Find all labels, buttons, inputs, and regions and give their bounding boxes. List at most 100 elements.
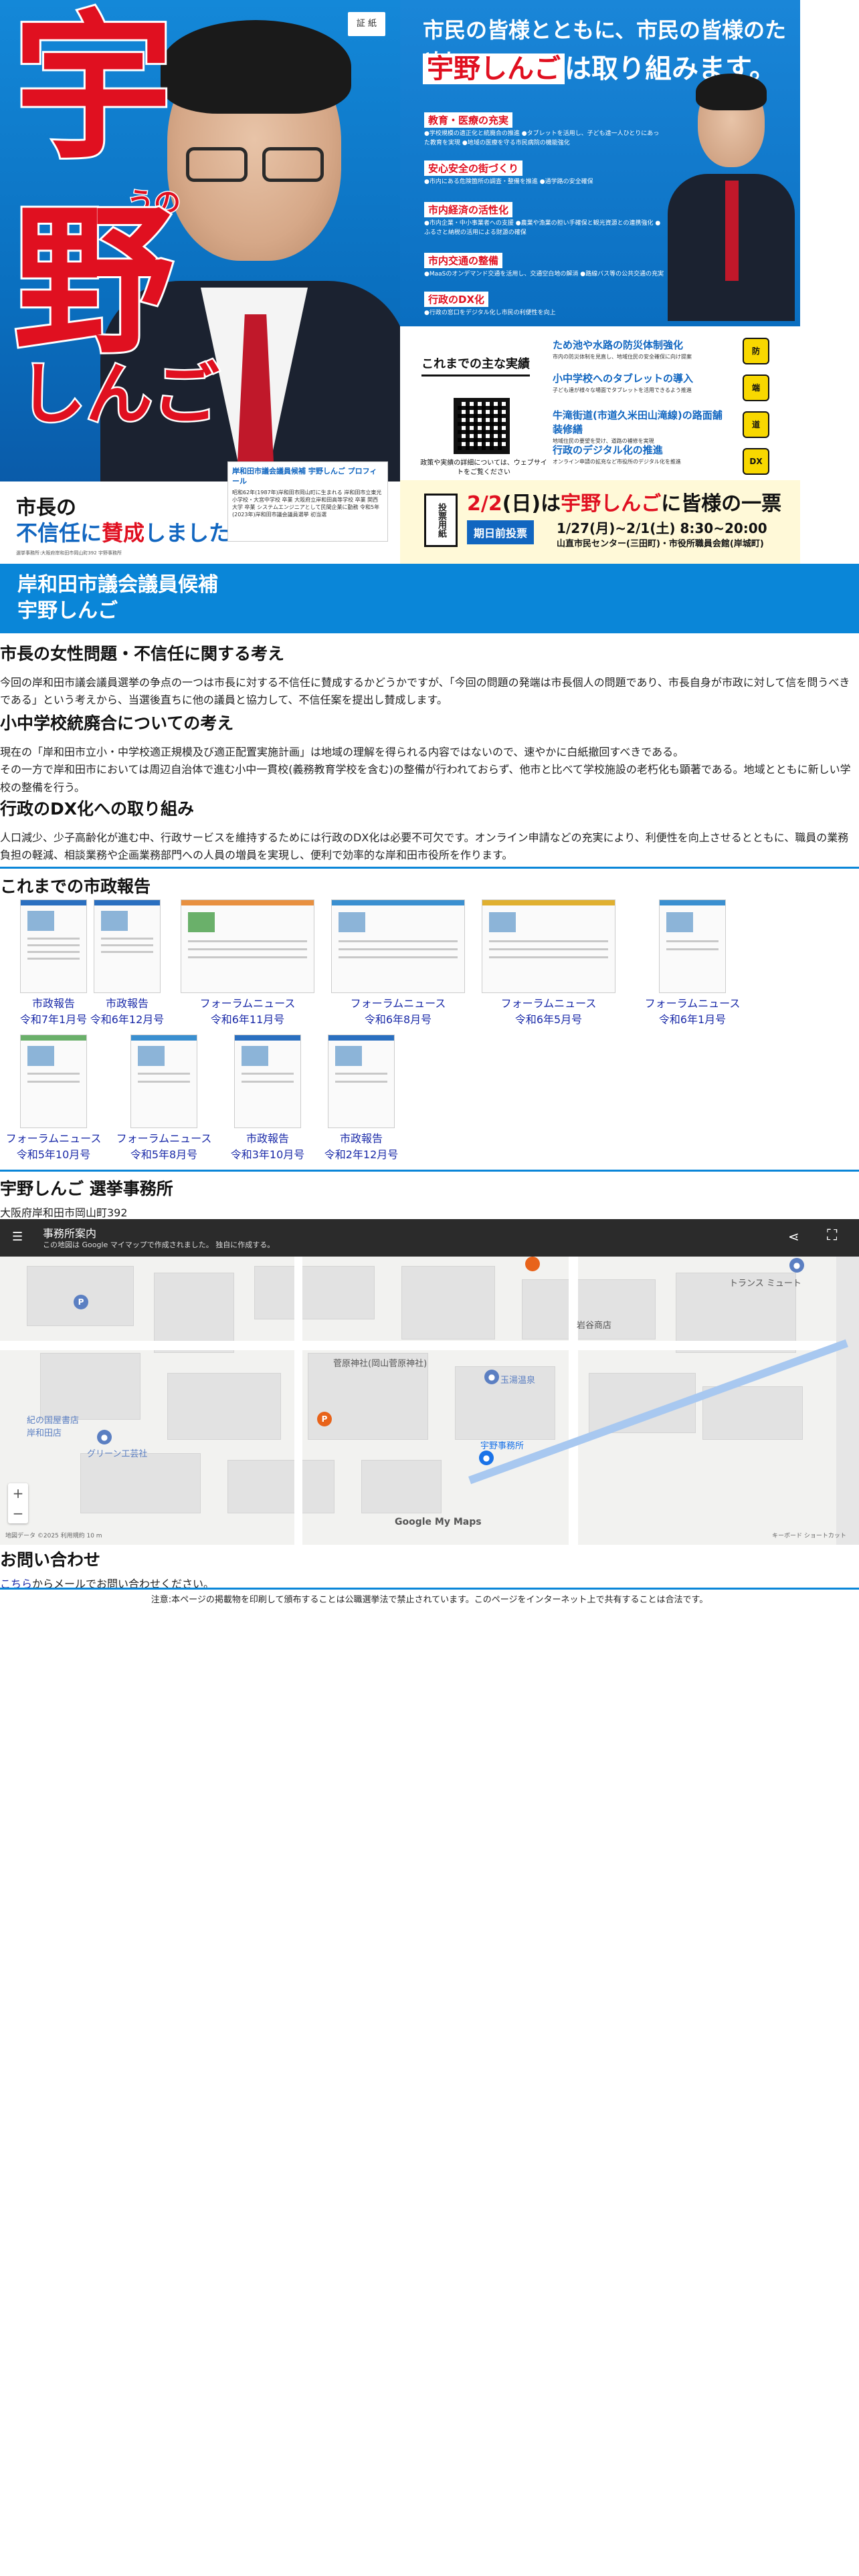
office-map[interactable]: P P ● ● ● ● 菅原神社(岡山菅原神社) 宇野事務所 グリーン工芸社 玉…	[0, 1219, 859, 1545]
disaster-prevention-icon: 防	[743, 338, 769, 364]
zoom-out-button[interactable]: −	[8, 1503, 28, 1523]
tablet-icon: 端	[743, 374, 769, 401]
report-date[interactable]: 令和6年5月号	[478, 1012, 619, 1028]
report-type[interactable]: フォーラムニュース	[478, 996, 619, 1012]
place-pin[interactable]: ●	[97, 1430, 112, 1444]
zoom-in-button[interactable]: +	[8, 1483, 28, 1503]
report-link[interactable]: フォーラムニュース 令和6年11月号	[177, 899, 318, 1028]
share-icon[interactable]: ⋖	[788, 1228, 799, 1245]
name-kanji-2: 野	[11, 187, 176, 375]
thumb-line	[27, 958, 80, 960]
place-pin[interactable]: ●	[484, 1370, 499, 1384]
banner-title: 岸和田市議会議員候補	[17, 573, 218, 597]
place-pin[interactable]: ●	[789, 1258, 804, 1273]
profile-text: 昭和62年(1987年)岸和田市岡山町に生まれる 岸和田市立東光小学校・大宮中学…	[232, 489, 382, 518]
thumb-line	[335, 1073, 387, 1075]
section-divider	[0, 1170, 859, 1172]
report-thumbnail[interactable]	[130, 1035, 197, 1128]
report-type[interactable]: フォーラムニュース	[0, 1131, 107, 1147]
report-type[interactable]: 市政報告	[74, 996, 181, 1012]
thumb-header	[94, 900, 160, 905]
report-thumbnail[interactable]	[181, 899, 314, 993]
thumb-line	[242, 1081, 294, 1083]
report-link[interactable]: 市政報告 令和3年10月号	[214, 1035, 321, 1163]
policy-lines: ●市内企業・中小事業者への支援 ●農業や漁業の担い手確保と観光資源との連携強化 …	[424, 220, 661, 236]
policy-lines: ●MaaSのオンデマンド交通を活用し、交通空白地の解消 ●路線バス等の公共交通の…	[424, 271, 664, 278]
achievement-title: 行政のデジタル化の推進	[553, 444, 663, 456]
report-link[interactable]: フォーラムニュース 令和6年1月号	[622, 899, 763, 1028]
map-label: 紀の国屋書店 岸和田店	[27, 1416, 80, 1438]
parking-pin[interactable]: P	[317, 1412, 332, 1426]
office-pin[interactable]: ●	[479, 1451, 494, 1465]
zoom-control: + −	[8, 1483, 28, 1523]
thumb-line	[27, 944, 80, 946]
map-road	[836, 1257, 859, 1545]
report-thumbnail[interactable]	[234, 1035, 301, 1128]
thumb-photo	[138, 1046, 165, 1066]
report-date[interactable]: 令和5年10月号	[0, 1147, 107, 1163]
report-thumbnail[interactable]	[94, 899, 161, 993]
achievement-item: 牛滝街道(市道久米田山滝線)の路面舗装修繕 地域住民の要望を受け、道路の補修を実…	[553, 408, 727, 445]
profile-box: 岸和田市議会議員候補 宇野しんご プロフィール 昭和62年(1987年)岸和田市…	[227, 461, 388, 542]
report-link[interactable]: フォーラムニュース 令和5年8月号	[110, 1035, 217, 1163]
map-footer-left[interactable]: 地図データ ©2025 利用規約 10 m	[5, 1531, 102, 1539]
report-date[interactable]: 令和6年1月号	[622, 1012, 763, 1028]
report-date[interactable]: 令和5年8月号	[110, 1147, 217, 1163]
marker-pin[interactable]	[525, 1257, 540, 1271]
campaign-flyer: 宇 うの 野 しんご 証 紙 市長の 不信任に賛成しました! 岸和田市議会議員候…	[0, 0, 859, 564]
report-date[interactable]: 令和6年12月号	[74, 1012, 181, 1028]
map-header: ☰ 事務所案内 この地図は Google マイマップで作成されました。 独自に作…	[0, 1219, 859, 1257]
report-type[interactable]: フォーラムニュース	[110, 1131, 217, 1147]
report-thumbnail[interactable]	[482, 899, 615, 993]
report-thumbnail[interactable]	[331, 899, 465, 993]
fullscreen-icon[interactable]: ⛶	[827, 1227, 837, 1244]
report-link[interactable]: 市政報告 令和2年12月号	[308, 1035, 415, 1163]
thumb-line	[138, 1081, 190, 1083]
report-link[interactable]: フォーラムニュース 令和5年10月号	[0, 1035, 107, 1163]
report-thumbnail[interactable]	[20, 1035, 87, 1128]
article-title: 市長の女性問題・不信任に関する考え	[0, 644, 285, 663]
thumb-line	[489, 956, 608, 958]
article-no-confidence: 市長の女性問題・不信任に関する考え 今回の岸和田市議会議員選挙の争点の一つは市長…	[0, 641, 859, 710]
thumb-line	[666, 948, 719, 950]
report-date[interactable]: 令和2年12月号	[308, 1147, 415, 1163]
report-type[interactable]: 市政報告	[308, 1131, 415, 1147]
photo-tie	[725, 181, 739, 281]
policy-title: 教育・医療の充実	[424, 112, 513, 128]
policy-item: 市内経済の活性化 ●市内企業・中小事業者への支援 ●農業や漁業の担い手確保と観光…	[424, 202, 665, 237]
map-label: グリーン工芸社	[87, 1449, 148, 1459]
menu-icon[interactable]: ☰	[12, 1230, 29, 1244]
thumb-header	[660, 900, 725, 905]
policy-title: 市内交通の整備	[424, 253, 503, 268]
report-date[interactable]: 令和6年11月号	[177, 1012, 318, 1028]
place-pin[interactable]: P	[74, 1295, 88, 1309]
report-type[interactable]: フォーラムニュース	[328, 996, 468, 1012]
achievement-item: 行政のデジタル化の推進 オンライン申請の拡充など市役所のデジタル化を推進	[553, 443, 727, 465]
thumb-photo	[489, 912, 516, 932]
certificate-seal: 証 紙	[348, 12, 385, 36]
thumb-line	[335, 1081, 387, 1083]
qr-code[interactable]	[454, 398, 510, 454]
google-logo: Google My Maps	[395, 1517, 482, 1527]
map-footer-right[interactable]: キーボード ショートカット	[772, 1531, 846, 1539]
map-label: 岩谷商店	[577, 1321, 612, 1331]
contact-title: お問い合わせ	[0, 1550, 101, 1570]
report-date[interactable]: 令和3年10月号	[214, 1147, 321, 1163]
map-label: トランス ミュート	[729, 1279, 801, 1289]
thumb-line	[188, 948, 307, 950]
report-link[interactable]: フォーラムニュース 令和6年8月号	[328, 899, 468, 1028]
no-confidence-text-a: 不信任に	[16, 520, 102, 546]
report-link[interactable]: 市政報告 令和6年12月号	[74, 899, 181, 1028]
achievement-title: 牛滝街道(市道久米田山滝線)の路面舗装修繕	[553, 409, 723, 435]
report-type[interactable]: フォーラムニュース	[177, 996, 318, 1012]
report-thumbnail[interactable]	[659, 899, 726, 993]
thumb-line	[188, 956, 307, 958]
report-date[interactable]: 令和6年8月号	[328, 1012, 468, 1028]
report-thumbnail[interactable]	[328, 1035, 395, 1128]
thumb-line	[27, 1073, 80, 1075]
report-type[interactable]: フォーラムニュース	[622, 996, 763, 1012]
report-type[interactable]: 市政報告	[214, 1131, 321, 1147]
candidate-photo-small	[668, 74, 795, 321]
achievement-desc: 子ども達が様々な場面でタブレットを活用できるよう推進	[553, 387, 692, 393]
report-link[interactable]: フォーラムニュース 令和6年5月号	[478, 899, 619, 1028]
